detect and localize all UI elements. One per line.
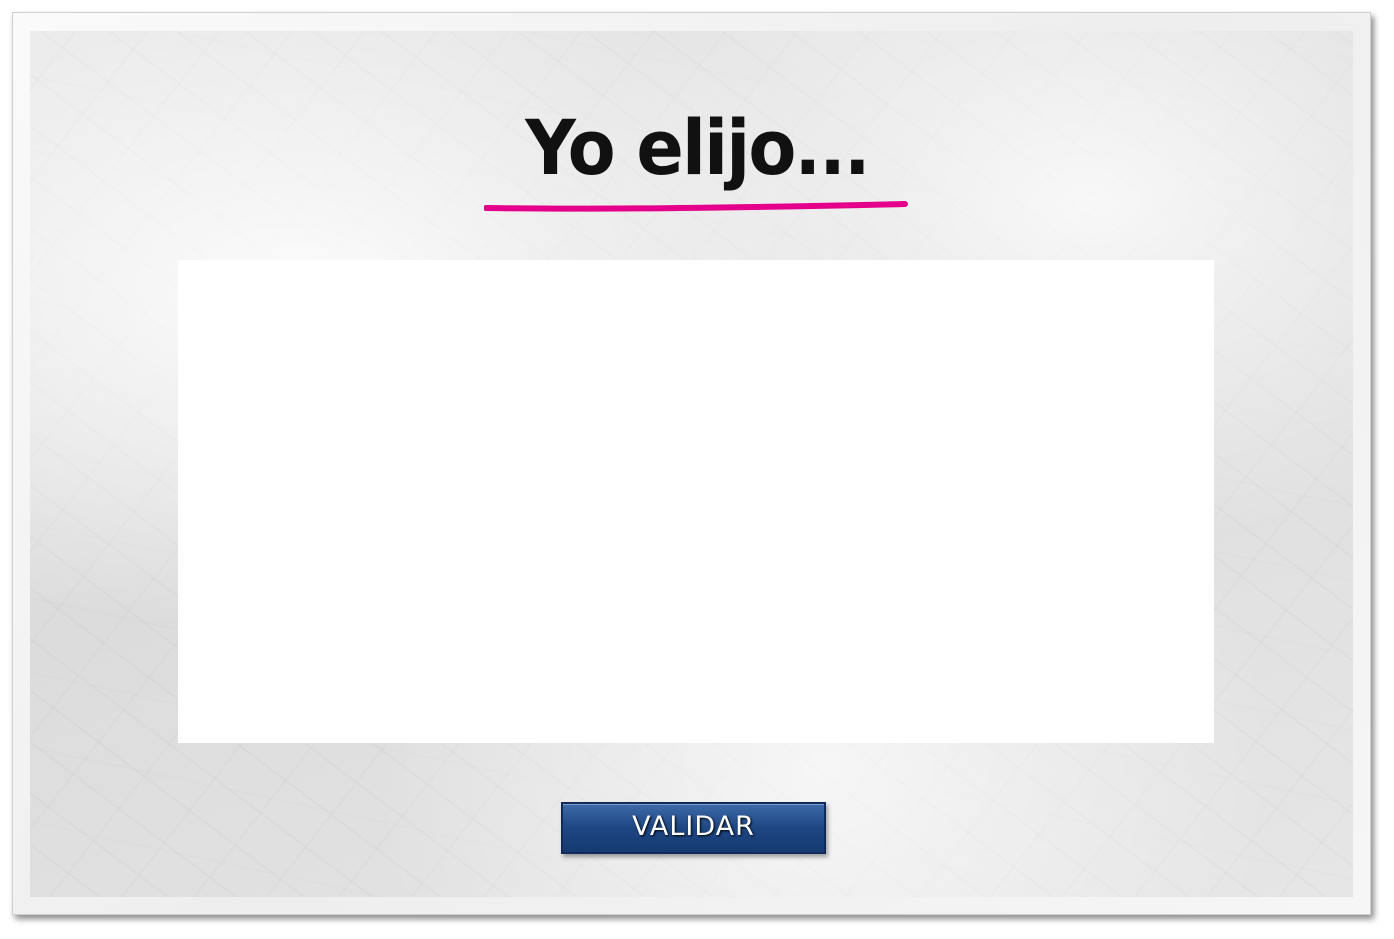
validate-button[interactable]: VALIDAR <box>561 802 826 854</box>
title-underline <box>484 201 908 212</box>
page-title: Yo elijo... <box>525 103 870 192</box>
choice-content-area <box>178 260 1214 743</box>
